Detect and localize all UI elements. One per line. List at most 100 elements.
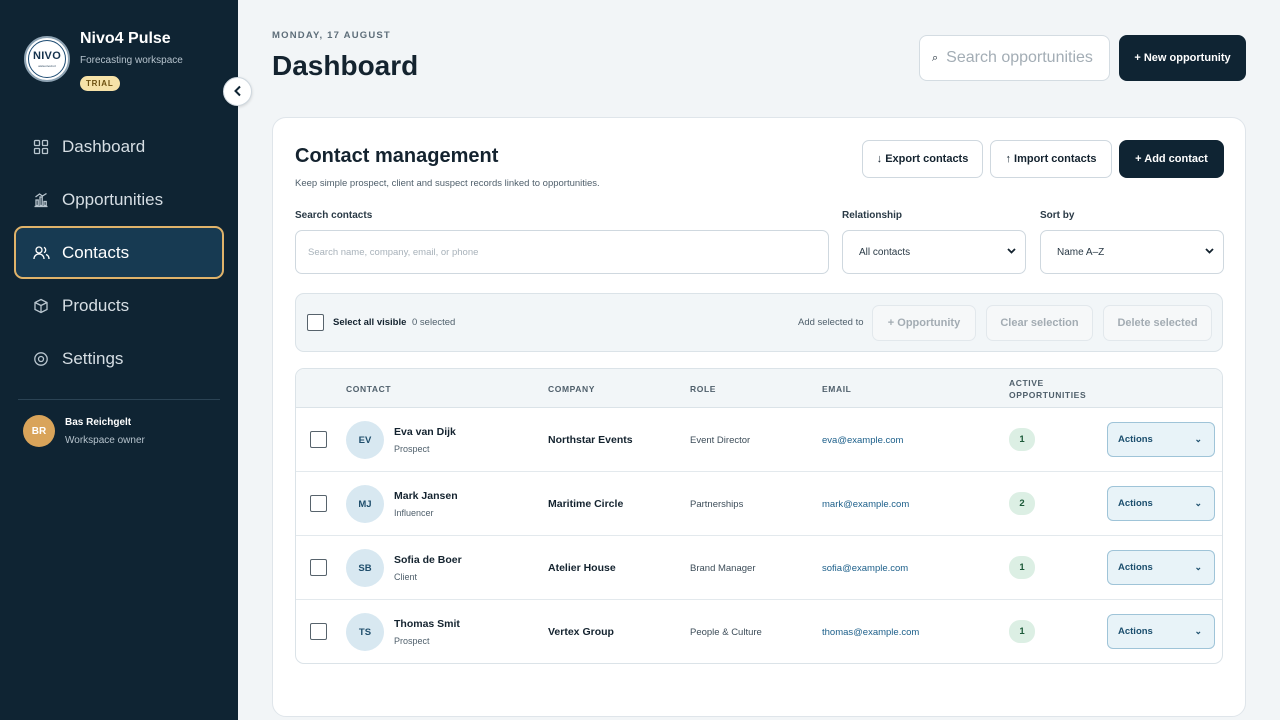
column-header-company: COMPANY xyxy=(548,384,596,394)
contact-company: Northstar Events xyxy=(548,434,633,446)
row-actions-label: Actions xyxy=(1118,498,1153,509)
table-row: EV Eva van Dijk Prospect Northstar Event… xyxy=(296,408,1222,472)
delete-selected-button[interactable]: Delete selected xyxy=(1103,305,1212,341)
select-all-label: Select all visible xyxy=(333,317,407,328)
brand: NIVO www.nivo4.nl Nivo4 Pulse Forecastin… xyxy=(24,30,224,96)
sidebar-item-label: Opportunities xyxy=(62,189,164,209)
chevron-down-icon: ⌄ xyxy=(1194,434,1202,444)
contact-email-link[interactable]: sofia@example.com xyxy=(822,563,908,574)
search-contacts-input[interactable] xyxy=(295,230,829,274)
sort-by-label: Sort by xyxy=(1040,210,1075,221)
brand-name: Nivo4 Pulse xyxy=(80,30,171,47)
row-actions-dropdown[interactable]: Actions ⌄ xyxy=(1107,614,1215,649)
sidebar-item-label: Settings xyxy=(62,348,124,368)
bulk-actions-bar: Select all visible 0 selected Add select… xyxy=(295,293,1223,352)
contact-type: Prospect xyxy=(394,636,430,646)
contact-type: Prospect xyxy=(394,444,430,454)
sidebar-divider xyxy=(18,399,220,400)
column-header-contact: CONTACT xyxy=(346,384,392,394)
user-role: Workspace owner xyxy=(65,435,145,446)
user-profile[interactable]: BR Bas Reichgelt Workspace owner xyxy=(23,415,223,455)
contact-name[interactable]: Thomas Smit xyxy=(394,618,460,630)
brand-logo: NIVO www.nivo4.nl xyxy=(24,36,70,82)
column-header-active-line2: OPPORTUNITIES xyxy=(1009,390,1087,400)
opportunity-search-input[interactable] xyxy=(946,49,1097,67)
opportunity-search[interactable]: ⌕ xyxy=(919,35,1110,81)
table-row: MJ Mark Jansen Influencer Maritime Circl… xyxy=(296,472,1222,536)
import-contacts-button[interactable]: ↑ Import contacts xyxy=(990,140,1112,178)
relationship-label: Relationship xyxy=(842,210,903,221)
contact-role: People & Culture xyxy=(690,627,762,638)
row-actions-label: Actions xyxy=(1118,562,1153,573)
add-contact-button[interactable]: + Add contact xyxy=(1119,140,1224,178)
card-title: Contact management xyxy=(295,145,499,167)
row-actions-dropdown[interactable]: Actions ⌄ xyxy=(1107,550,1215,585)
table-row: TS Thomas Smit Prospect Vertex Group Peo… xyxy=(296,600,1222,663)
row-actions-label: Actions xyxy=(1118,626,1153,637)
table-row: SB Sofia de Boer Client Atelier House Br… xyxy=(296,536,1222,600)
row-actions-dropdown[interactable]: Actions ⌄ xyxy=(1107,486,1215,521)
contact-company: Atelier House xyxy=(548,562,616,574)
sidebar: NIVO www.nivo4.nl Nivo4 Pulse Forecastin… xyxy=(0,0,238,720)
logo-text: NIVO xyxy=(32,49,62,62)
active-opportunities-badge: 1 xyxy=(1009,428,1035,451)
column-header-email: EMAIL xyxy=(822,384,852,394)
contact-avatar: SB xyxy=(346,549,384,587)
brand-subtitle: Forecasting workspace xyxy=(80,55,183,66)
sidebar-item-contacts[interactable]: Contacts xyxy=(14,226,224,279)
users-icon xyxy=(32,244,50,262)
sidebar-item-label: Contacts xyxy=(62,242,130,262)
new-opportunity-button[interactable]: + New opportunity xyxy=(1119,35,1246,81)
sidebar-item-opportunities[interactable]: Opportunities xyxy=(14,173,224,226)
contacts-table: CONTACT COMPANY ROLE EMAIL ACTIVE OPPORT… xyxy=(295,368,1223,664)
contact-email-link[interactable]: thomas@example.com xyxy=(822,627,919,638)
contact-email-link[interactable]: mark@example.com xyxy=(822,499,909,510)
box-icon xyxy=(32,297,50,315)
contact-name[interactable]: Eva van Dijk xyxy=(394,426,456,438)
row-checkbox[interactable] xyxy=(310,431,327,448)
trial-badge: TRIAL xyxy=(80,76,120,91)
clear-selection-button[interactable]: Clear selection xyxy=(986,305,1093,341)
collapse-sidebar-button[interactable] xyxy=(223,77,252,106)
search-icon: ⌕ xyxy=(932,51,939,64)
contact-role: Event Director xyxy=(690,435,751,446)
avatar: BR xyxy=(23,415,55,447)
chevron-down-icon: ⌄ xyxy=(1194,626,1202,636)
sidebar-item-dashboard[interactable]: Dashboard xyxy=(14,120,224,173)
row-checkbox[interactable] xyxy=(310,495,327,512)
row-checkbox[interactable] xyxy=(310,559,327,576)
bar-chart-icon xyxy=(32,191,50,209)
contact-type: Influencer xyxy=(394,508,434,518)
contact-name[interactable]: Mark Jansen xyxy=(394,490,458,502)
sidebar-item-settings[interactable]: Settings xyxy=(14,332,224,385)
chevron-down-icon: ⌄ xyxy=(1194,498,1202,508)
contact-role: Brand Manager xyxy=(690,563,756,574)
row-checkbox[interactable] xyxy=(310,623,327,640)
chevron-down-icon xyxy=(1006,245,1017,259)
contact-avatar: MJ xyxy=(346,485,384,523)
export-contacts-button[interactable]: ↓ Export contacts xyxy=(862,140,983,178)
current-date: MONDAY, 17 AUGUST xyxy=(272,30,391,41)
grid-icon xyxy=(32,138,50,156)
contact-name[interactable]: Sofia de Boer xyxy=(394,554,462,566)
search-contacts-label: Search contacts xyxy=(295,210,373,221)
add-to-opportunity-button[interactable]: + Opportunity xyxy=(872,305,976,341)
user-name: Bas Reichgelt xyxy=(65,417,132,428)
contact-type: Client xyxy=(394,572,418,582)
selected-count: 0 selected xyxy=(412,317,456,328)
add-selected-to-label: Add selected to xyxy=(798,317,864,328)
column-header-active-line1: ACTIVE xyxy=(1009,378,1044,388)
relationship-select-value: All contacts xyxy=(859,246,911,258)
column-header-role: ROLE xyxy=(690,384,717,394)
select-all-checkbox[interactable] xyxy=(307,314,324,331)
table-header: CONTACT COMPANY ROLE EMAIL ACTIVE OPPORT… xyxy=(296,369,1222,408)
active-opportunities-badge: 1 xyxy=(1009,620,1035,643)
sort-by-select[interactable]: Name A–Z xyxy=(1040,230,1224,274)
contact-email-link[interactable]: eva@example.com xyxy=(822,435,903,446)
sort-by-select-value: Name A–Z xyxy=(1057,246,1105,258)
relationship-select[interactable]: All contacts xyxy=(842,230,1026,274)
sidebar-item-label: Dashboard xyxy=(62,136,146,156)
row-actions-dropdown[interactable]: Actions ⌄ xyxy=(1107,422,1215,457)
contact-company: Maritime Circle xyxy=(548,498,624,510)
sidebar-item-products[interactable]: Products xyxy=(14,279,224,332)
